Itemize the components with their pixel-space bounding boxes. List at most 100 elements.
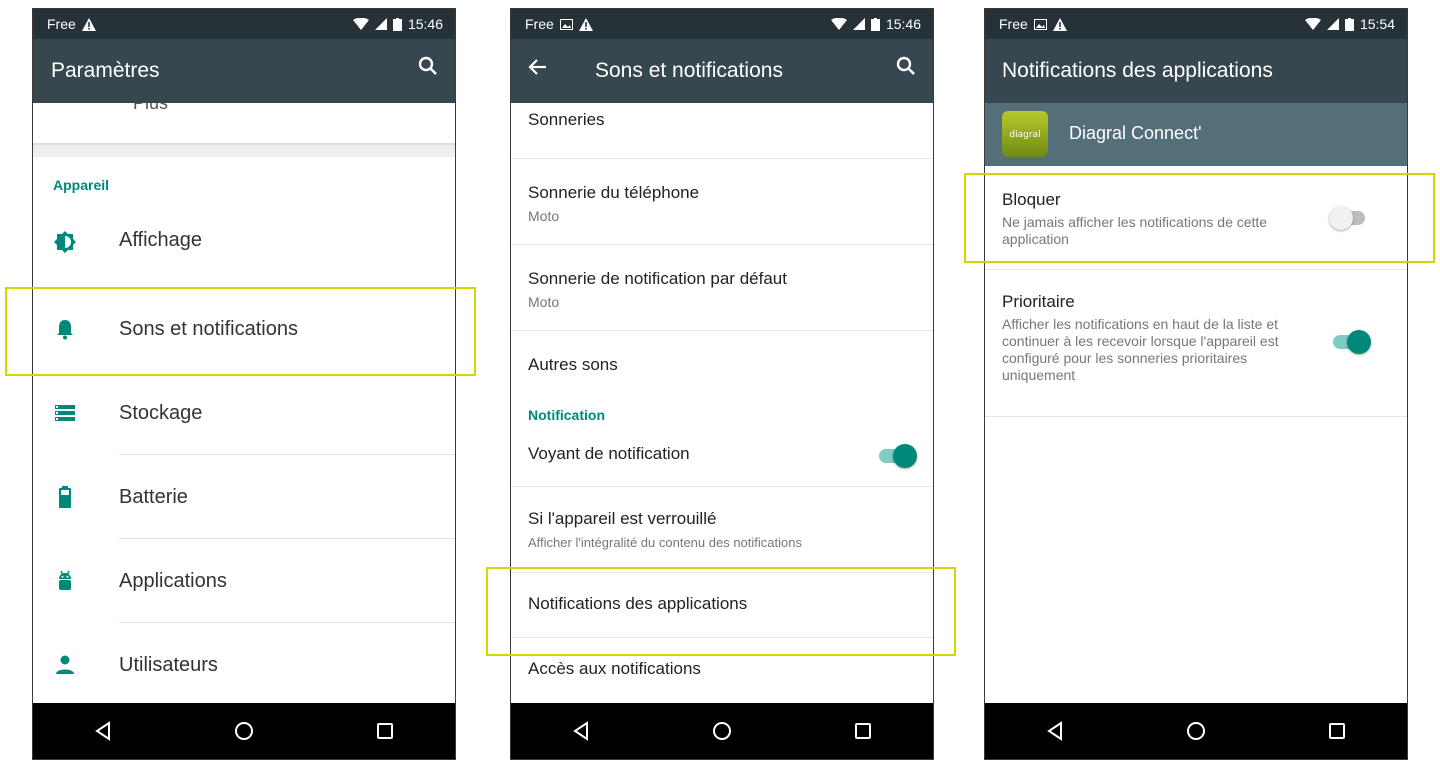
notification-light-toggle[interactable] [877, 444, 917, 468]
recents-nav-button[interactable] [833, 711, 893, 751]
status-bar: Free 15:46 [511, 9, 933, 39]
carrier-label: Free [47, 16, 76, 32]
back-nav-button[interactable] [1025, 711, 1085, 751]
settings-item-stockage[interactable]: Stockage [33, 371, 455, 455]
logo-text: diagral [1009, 130, 1041, 140]
section-header-notification: Notification [511, 397, 933, 434]
list-item-subtitle: Moto [528, 294, 560, 310]
settings-item-applications[interactable]: Applications [33, 539, 455, 623]
priority-toggle[interactable] [1331, 330, 1371, 354]
storage-icon [55, 405, 75, 421]
app-bar: Notifications des applications [985, 39, 1407, 103]
android-icon [59, 570, 71, 590]
app-bar: Sons et notifications [511, 39, 933, 103]
settings-item-label: Stockage [119, 402, 203, 424]
home-nav-button[interactable] [692, 711, 752, 751]
signal-icon [852, 18, 865, 30]
search-icon[interactable] [895, 55, 917, 77]
list-item-subtitle: Afficher l'intégralité du contenu des no… [528, 535, 802, 550]
circle-home-icon [712, 722, 731, 740]
list-item-prioritaire[interactable]: Prioritaire Afficher les notifications e… [985, 270, 1407, 417]
home-nav-button[interactable] [1166, 711, 1226, 751]
search-icon[interactable] [417, 55, 439, 77]
square-recents-icon [376, 723, 393, 739]
list-item-title: Sonneries [528, 110, 605, 129]
wifi-icon [830, 18, 847, 30]
settings-item-label: Utilisateurs [119, 654, 218, 676]
section-header-appareil: Appareil [53, 177, 110, 193]
square-recents-icon [854, 723, 871, 739]
list-item-voyant[interactable]: Voyant de notification [511, 434, 933, 487]
highlight-box [5, 287, 476, 376]
list-item-title: Voyant de notification [528, 444, 690, 463]
list-item-title: Autres sons [528, 355, 618, 374]
wifi-icon [1304, 18, 1321, 30]
app-bar: Paramètres [33, 39, 455, 103]
list-item-title: Prioritaire [1002, 292, 1075, 311]
arrow-back-icon[interactable] [527, 56, 549, 78]
wifi-icon [352, 18, 369, 30]
image-icon [559, 18, 573, 30]
navigation-bar [33, 703, 455, 759]
circle-home-icon [234, 722, 253, 740]
clock: 15:46 [407, 16, 443, 32]
settings-item-label: Batterie [119, 486, 188, 508]
navigation-bar [985, 703, 1407, 759]
phone-settings: Free 15:46 Paramètres Plus Appareil Affi… [32, 8, 456, 760]
image-icon [1033, 18, 1047, 30]
highlight-box [964, 173, 1435, 263]
settings-item-label: Affichage [119, 229, 203, 251]
highlight-box [486, 567, 956, 656]
battery-status-icon [870, 17, 880, 31]
signal-icon [374, 18, 387, 30]
settings-item-affichage[interactable]: Affichage [33, 207, 455, 287]
recents-nav-button[interactable] [355, 711, 415, 751]
settings-item-label: Applications [119, 570, 227, 592]
partial-item-label[interactable]: Plus [133, 103, 168, 114]
list-item-sonnerie-telephone[interactable]: Sonnerie du téléphone Moto [511, 159, 933, 245]
diagral-logo-icon: diagral [1002, 111, 1048, 157]
list-item-title: Sonnerie de notification par défaut [528, 269, 787, 288]
clock: 15:54 [1359, 16, 1395, 32]
list-item-verrouille[interactable]: Si l'appareil est verrouillé Afficher l'… [511, 487, 933, 573]
warning-icon [1052, 17, 1067, 31]
phone-app-notifications: Free 15:54 Notifications des application… [984, 8, 1408, 760]
brightness-icon [54, 231, 76, 253]
circle-home-icon [1186, 722, 1205, 740]
battery-status-icon [1344, 17, 1354, 31]
page-title: Paramètres [51, 59, 160, 82]
list-item-title: Sonnerie du téléphone [528, 183, 700, 202]
list-item-autres-sons[interactable]: Autres sons [511, 331, 933, 397]
list-item-subtitle: Moto [528, 208, 560, 224]
section-header-label: Notification [528, 407, 605, 423]
navigation-bar [511, 703, 933, 759]
status-bar: Free 15:54 [985, 9, 1407, 39]
page-title: Notifications des applications [1002, 59, 1273, 82]
app-header: diagral Diagral Connect' [985, 103, 1407, 166]
list-item-title: Si l'appareil est verrouillé [528, 509, 717, 528]
triangle-back-icon [1047, 721, 1063, 741]
warning-icon [81, 17, 96, 31]
carrier-label: Free [999, 16, 1028, 32]
page-title: Sons et notifications [595, 59, 783, 82]
square-recents-icon [1328, 723, 1345, 739]
home-nav-button[interactable] [214, 711, 274, 751]
app-name: Diagral Connect' [1069, 123, 1202, 143]
person-icon [56, 655, 74, 674]
status-bar: Free 15:46 [33, 9, 455, 39]
settings-item-utilisateurs[interactable]: Utilisateurs [33, 623, 455, 703]
settings-item-batterie[interactable]: Batterie [33, 455, 455, 539]
back-nav-button[interactable] [551, 711, 611, 751]
back-nav-button[interactable] [73, 711, 133, 751]
list-item-sonnerie-notification[interactable]: Sonnerie de notification par défaut Moto [511, 245, 933, 331]
triangle-back-icon [95, 721, 111, 741]
list-item-sonneries[interactable]: Sonneries [511, 103, 933, 159]
battery-status-icon [392, 17, 402, 31]
triangle-back-icon [573, 721, 589, 741]
list-item-subtitle: Afficher les notifications en haut de la… [1002, 316, 1279, 383]
carrier-label: Free [525, 16, 554, 32]
recents-nav-button[interactable] [1307, 711, 1367, 751]
signal-icon [1326, 18, 1339, 30]
warning-icon [578, 17, 593, 31]
list-item-title: Accès aux notifications [528, 659, 701, 678]
